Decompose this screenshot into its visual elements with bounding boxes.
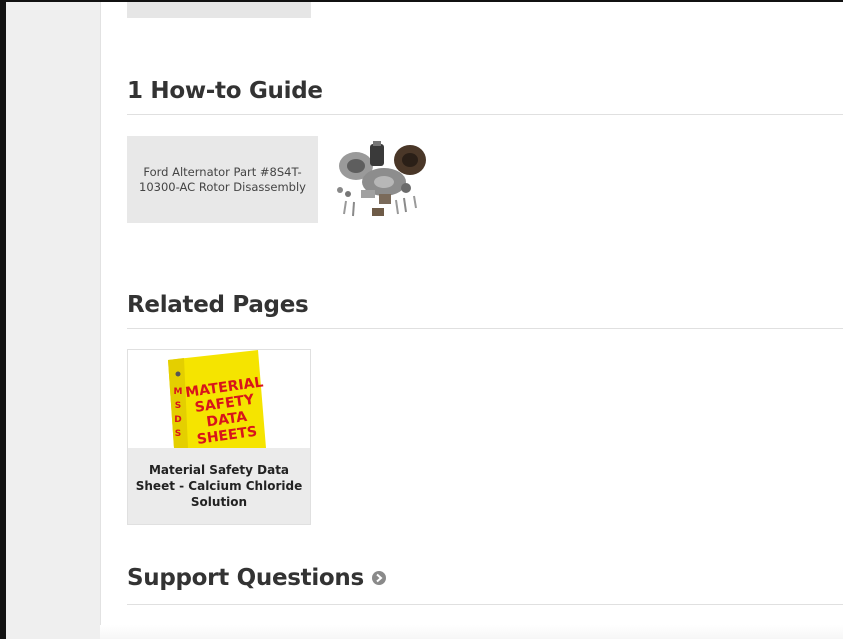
section-divider [127, 328, 843, 329]
svg-text:D: D [174, 415, 181, 425]
previous-card-bottom[interactable] [127, 2, 311, 18]
svg-text:S: S [175, 401, 181, 411]
arrow-right-circle-icon[interactable] [371, 571, 386, 585]
support-questions-heading: Support Questions [127, 565, 386, 591]
left-sidebar [6, 2, 101, 639]
section-divider [127, 114, 843, 115]
related-page-card[interactable]: M S D S MATERIAL SAFETY DATA SHEETS Mate… [127, 349, 311, 525]
alternator-parts-thumbnail[interactable] [326, 136, 433, 223]
guide-card-title[interactable]: Ford Alternator Part #8S4T-10300-AC Roto… [127, 136, 318, 223]
svg-text:S: S [175, 429, 181, 439]
section-divider [127, 604, 843, 605]
msds-binder-illustration: M S D S MATERIAL SAFETY DATA SHEETS [168, 350, 266, 448]
support-questions-label: Support Questions [127, 565, 364, 591]
msds-binder-image[interactable]: M S D S MATERIAL SAFETY DATA SHEETS [128, 350, 310, 448]
related-page-title[interactable]: Material Safety Data Sheet - Calcium Chl… [128, 448, 310, 524]
svg-text:M: M [174, 387, 183, 397]
guide-card[interactable]: Ford Alternator Part #8S4T-10300-AC Roto… [127, 136, 433, 223]
related-pages-heading: Related Pages [127, 292, 309, 318]
content-bottom [100, 625, 843, 639]
howto-guides-heading: 1 How-to Guide [127, 78, 323, 104]
